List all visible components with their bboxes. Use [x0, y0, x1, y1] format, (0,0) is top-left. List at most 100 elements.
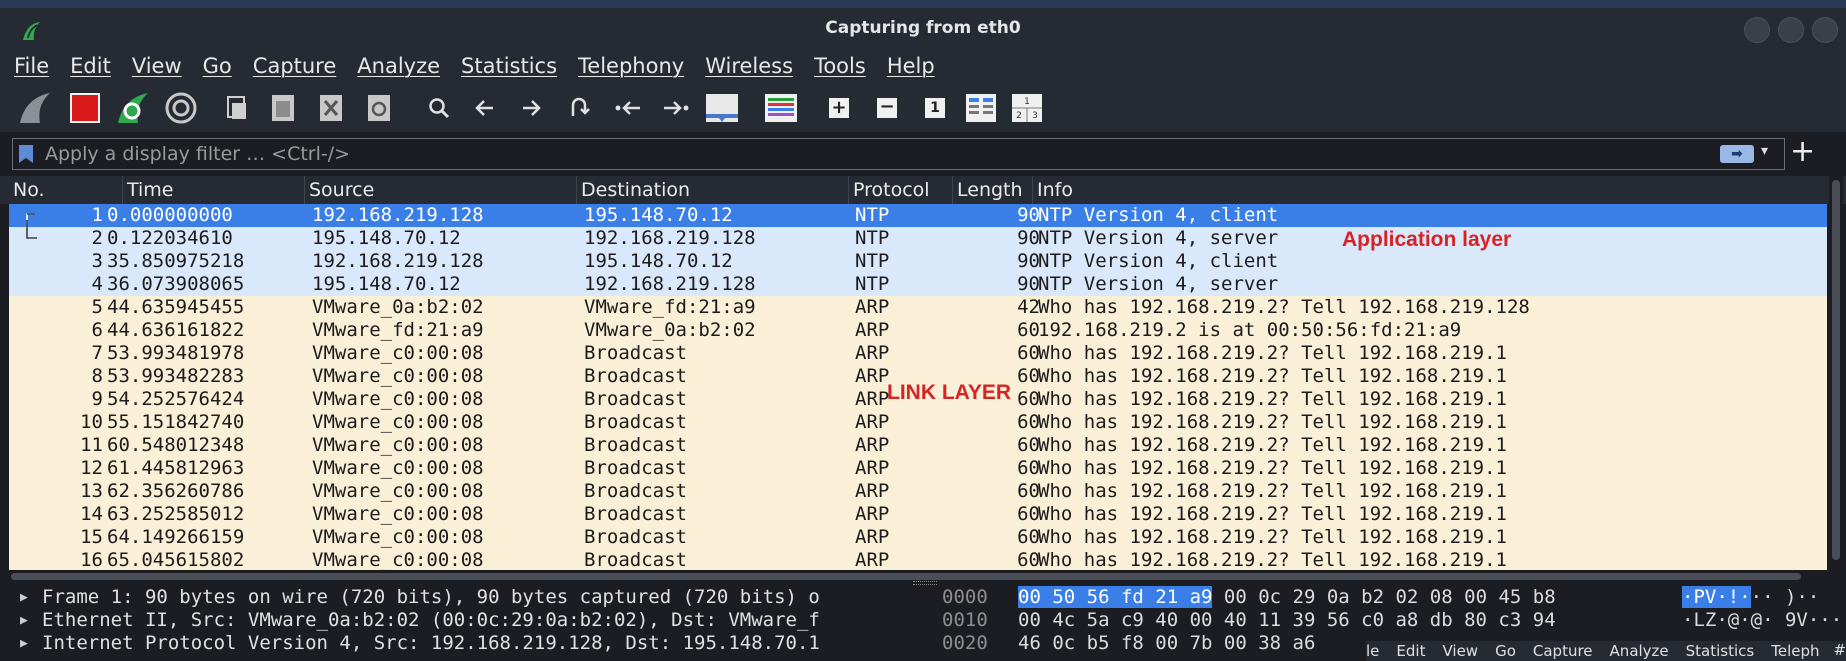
packet-list-vertical-scrollbar[interactable] — [1829, 176, 1843, 570]
last-packet-icon[interactable] — [658, 90, 692, 126]
start-capture-fin-icon[interactable] — [16, 90, 54, 126]
overlay-menu-item[interactable]: Teleph — [1771, 642, 1819, 660]
menu-help[interactable]: Help — [887, 54, 935, 78]
menu-capture[interactable]: Capture — [253, 54, 337, 78]
overlay-menu-item[interactable]: Analyze — [1610, 642, 1669, 660]
close-file-icon[interactable] — [316, 90, 346, 126]
menu-file[interactable]: File — [14, 54, 49, 78]
resize-columns-icon[interactable] — [964, 90, 998, 126]
packet-list-header: No. Time Source Destination Protocol Len… — [0, 176, 1846, 204]
colorize-packets-icon[interactable] — [762, 90, 800, 126]
reload-file-icon[interactable] — [364, 90, 394, 126]
byte-hex-rest[interactable]: 46 0c b5 f8 00 7b 00 38 a6 — [1018, 632, 1315, 654]
column-header-info[interactable]: Info — [1033, 176, 1827, 204]
packet-row[interactable]: 7 53.993481978 VMware_c0:00:08 Broadcast ARP… — [9, 342, 1827, 365]
cell-protocol: ARP — [855, 365, 890, 387]
byte-hex[interactable]: 46 0c b5 f8 00 7b 00 38 a6 — [1018, 632, 1315, 655]
filter-bookmark-icon[interactable] — [19, 145, 33, 163]
layout-panes-icon[interactable]: 123 — [1010, 90, 1044, 126]
packet-row[interactable]: 5 44.635945455 VMware_0a:b2:02 VMware_fd:21… — [9, 296, 1827, 319]
overlay-menu-item[interactable]: View — [1442, 642, 1478, 660]
zoom-in-icon[interactable]: + — [824, 90, 854, 126]
go-forward-arrow-icon[interactable] — [516, 90, 546, 126]
packet-row[interactable]: 14 63.252585012 VMware_c0:00:08 Broadcast AR… — [9, 503, 1827, 526]
column-header-source[interactable]: Source — [305, 176, 577, 204]
packet-row[interactable]: 11 60.548012348 VMware_c0:00:08 Broadcast AR… — [9, 434, 1827, 457]
minimize-button[interactable] — [1744, 17, 1770, 43]
packet-row[interactable]: 3 35.850975218 192.168.219.128 195.148.70.1… — [9, 250, 1827, 273]
overlapping-window-menubar: le Edit View Go Capture Analyze Statisti… — [1366, 641, 1846, 661]
add-filter-button-plus-icon[interactable]: + — [1790, 136, 1815, 168]
overlay-menu-item[interactable]: le — [1366, 642, 1379, 660]
menu-analyze[interactable]: Analyze — [357, 54, 440, 78]
overlay-menu-item[interactable]: Statistics — [1686, 642, 1755, 660]
byte-hex-rest[interactable]: 00 4c 5a c9 40 00 40 11 39 56 c0 a8 db 8… — [1018, 609, 1556, 631]
packet-row[interactable]: 1 0.000000000 192.168.219.128 195.148.70.12… — [9, 204, 1827, 227]
go-to-packet-icon[interactable] — [564, 90, 594, 126]
expand-arrow-icon[interactable]: ▶ — [20, 590, 28, 605]
detail-tree-item[interactable]: ▶ Internet Protocol Version 4, Src: 192.1… — [0, 632, 930, 655]
apply-filter-arrow-icon[interactable]: ➡ — [1720, 145, 1754, 163]
stop-capture-icon[interactable] — [66, 90, 104, 126]
pane-splitter-handle[interactable] — [913, 581, 937, 585]
column-header-no[interactable]: No. — [9, 176, 123, 204]
byte-hex[interactable]: 00 50 56 fd 21 a9 00 0c 29 0a b2 02 08 0… — [1018, 586, 1556, 609]
menu-wireless[interactable]: Wireless — [705, 54, 793, 78]
overlay-menu-item[interactable]: Go — [1495, 642, 1516, 660]
packet-row[interactable]: 13 62.356260786 VMware_c0:00:08 Broadcast AR… — [9, 480, 1827, 503]
menu-telephony[interactable]: Telephony — [578, 54, 684, 78]
packet-row[interactable]: 2 0.122034610 195.148.70.12 192.168.219.128… — [9, 227, 1827, 250]
overlay-menu-item[interactable]: Capture — [1533, 642, 1593, 660]
auto-scroll-icon[interactable] — [704, 90, 740, 126]
byte-ascii[interactable]: ·LZ·@·@· 9V···· — [1682, 609, 1846, 632]
menu-tools[interactable]: Tools — [814, 54, 866, 78]
packet-row[interactable]: 6 44.636161822 VMware_fd:21:a9 VMware_0a:b2… — [9, 319, 1827, 342]
detail-tree-item[interactable]: ▶ Frame 1: 90 bytes on wire (720 bits), 9… — [0, 586, 930, 609]
packet-row[interactable]: 4 36.073908065 195.148.70.12 192.168.219.12… — [9, 273, 1827, 296]
cell-length: 60 — [1017, 457, 1040, 479]
byte-ascii[interactable]: ·PV·!··· )·· — [1682, 586, 1819, 609]
detail-tree-item[interactable]: ▶ Ethernet II, Src: VMware_0a:b2:02 (00:0… — [0, 609, 930, 632]
overlay-menu-item[interactable]: Edit — [1396, 642, 1425, 660]
column-header-time[interactable]: Time — [123, 176, 305, 204]
packet-row[interactable]: 15 64.149266159 VMware_c0:00:08 Broadcast AR… — [9, 526, 1827, 549]
menu-statistics[interactable]: Statistics — [461, 54, 557, 78]
byte-hex-selected[interactable]: 00 50 56 fd 21 a9 — [1018, 586, 1213, 608]
packet-row[interactable]: 16 65.045615802 VMware_c0:00:08 Broadcast AR… — [9, 549, 1827, 570]
cell-source: VMware_0a:b2:02 — [312, 296, 484, 318]
scrollbar-thumb[interactable] — [11, 573, 1801, 580]
expand-arrow-icon[interactable]: ▶ — [20, 636, 28, 651]
menu-edit[interactable]: Edit — [70, 54, 111, 78]
capture-options-gear-icon[interactable] — [162, 90, 200, 126]
zoom-out-icon[interactable]: − — [872, 90, 902, 126]
cell-protocol: ARP — [855, 434, 890, 456]
close-button[interactable] — [1812, 17, 1838, 43]
scrollbar-thumb[interactable] — [1832, 180, 1840, 560]
normal-size-icon[interactable]: 1 — [920, 90, 950, 126]
go-back-arrow-icon[interactable] — [470, 90, 500, 126]
expand-arrow-icon[interactable]: ▶ — [20, 613, 28, 628]
maximize-button[interactable] — [1778, 17, 1804, 43]
byte-hex[interactable]: 00 4c 5a c9 40 00 40 11 39 56 c0 a8 db 8… — [1018, 609, 1556, 632]
byte-ascii-selected[interactable]: ·PV·!· — [1682, 586, 1751, 608]
cell-source: VMware_c0:00:08 — [312, 411, 484, 433]
packet-row[interactable]: 10 55.151842740 VMware_c0:00:08 Broadcast AR… — [9, 411, 1827, 434]
restart-capture-icon[interactable] — [114, 90, 152, 126]
filter-history-chevron-down-icon[interactable]: ▾ — [1761, 143, 1768, 159]
packet-row[interactable]: 12 61.445812963 VMware_c0:00:08 Broadcast AR… — [9, 457, 1827, 480]
cell-no: 13 — [80, 480, 103, 502]
column-header-protocol[interactable]: Protocol — [849, 176, 953, 204]
first-packet-icon[interactable] — [612, 90, 646, 126]
column-header-length[interactable]: Length — [953, 176, 1033, 204]
menu-view[interactable]: View — [132, 54, 182, 78]
menu-go[interactable]: Go — [203, 54, 232, 78]
column-header-destination[interactable]: Destination — [577, 176, 849, 204]
byte-ascii-rest[interactable]: ·· )·· — [1751, 586, 1820, 608]
save-file-icon[interactable] — [268, 90, 298, 126]
display-filter-input[interactable] — [45, 139, 1685, 169]
byte-ascii-rest[interactable]: ·LZ·@·@· 9V···· — [1682, 609, 1846, 631]
find-packet-search-icon[interactable] — [424, 90, 454, 126]
byte-hex-rest[interactable]: 00 0c 29 0a b2 02 08 00 45 b8 — [1212, 586, 1556, 608]
cell-destination: Broadcast — [584, 457, 687, 479]
open-file-icon[interactable] — [222, 90, 252, 126]
